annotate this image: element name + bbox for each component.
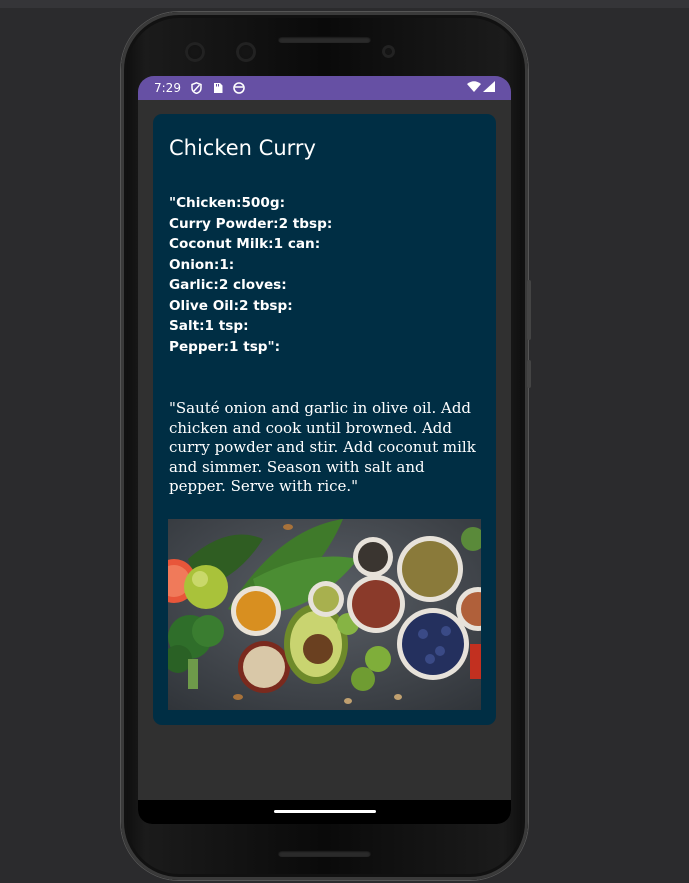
front-sensor — [185, 42, 205, 62]
bottom-speaker — [278, 850, 371, 857]
phone-frame: 7:29 Chicken Curry "Chicken:500g: Curry … — [121, 12, 531, 880]
face-icon — [233, 82, 245, 94]
home-gesture-handle[interactable] — [274, 810, 376, 813]
recipe-title: Chicken Curry — [169, 136, 316, 160]
recipe-instructions: "Sauté onion and garlic in olive oil. Ad… — [169, 399, 476, 495]
ingredient-item: Garlic:2 cloves: — [169, 277, 287, 293]
wifi-icon — [467, 81, 481, 95]
device-screen: 7:29 Chicken Curry "Chicken:500g: Curry … — [138, 76, 511, 824]
ingredient-item: "Chicken:500g: — [169, 195, 286, 211]
proximity-sensor — [382, 45, 395, 58]
signal-icon — [483, 81, 495, 95]
front-camera — [236, 42, 256, 62]
status-bar: 7:29 — [138, 76, 511, 100]
ingredient-item: Olive Oil:2 tbsp: — [169, 297, 293, 314]
recipe-card: Chicken Curry "Chicken:500g: Curry Powde… — [153, 114, 496, 725]
ingredient-item: Salt:1 tsp: — [169, 318, 249, 334]
ingredient-item: Onion:1: — [169, 256, 235, 273]
ingredient-item: Curry Powder:2 tbsp: — [169, 215, 333, 232]
navigation-bar — [138, 800, 511, 824]
window-top-strip — [0, 0, 689, 8]
sd-card-icon — [212, 82, 224, 94]
ingredients-photo — [168, 519, 481, 710]
status-right-icons — [467, 81, 495, 95]
power-button — [527, 360, 531, 388]
shield-icon — [191, 82, 203, 94]
volume-button — [527, 280, 531, 340]
ingredient-list: "Chicken:500g: Curry Powder:2 tbsp: Coco… — [169, 193, 332, 357]
earpiece-speaker — [278, 36, 371, 43]
ingredient-item: Pepper:1 tsp": — [169, 338, 281, 355]
ingredient-item: Coconut Milk:1 can: — [169, 236, 321, 252]
status-time: 7:29 — [154, 81, 181, 95]
